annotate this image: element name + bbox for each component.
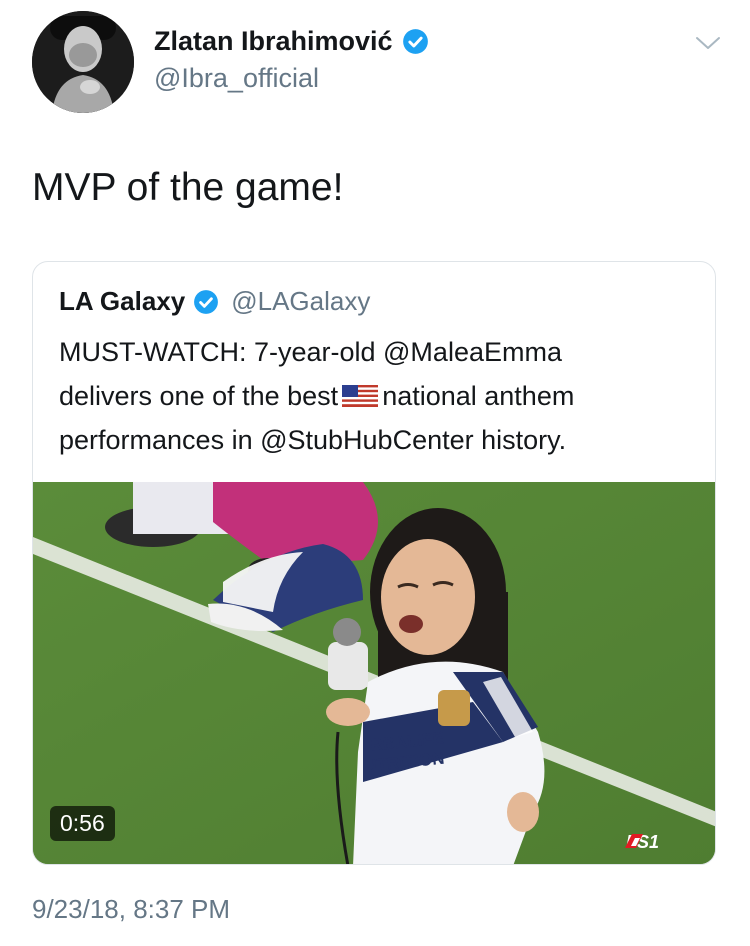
quoted-text-fragment: delivers one of the best [59, 381, 339, 411]
quoted-text-line: performances in @StubHubCenter history. [59, 425, 567, 455]
tweet-text: MVP of the game! [32, 166, 344, 209]
quoted-text-line: delivers one of the best national anthem [59, 374, 699, 418]
quoted-author-name: LA Galaxy [59, 286, 186, 316]
avatar[interactable] [32, 11, 134, 113]
quoted-tweet-card[interactable]: LA Galaxy @LAGalaxy MUST-WATCH: 7-year-o… [32, 261, 716, 865]
fox-sports-icon [625, 834, 643, 848]
video-player[interactable]: RBALIFE UTRITION 0:56 FS1 [33, 482, 715, 864]
avatar-photo [32, 11, 134, 113]
us-flag-icon [342, 385, 379, 407]
author-name-row: Zlatan Ibrahimović [154, 26, 429, 57]
quoted-tweet-text: MUST-WATCH: 7-year-old @MaleaEmma delive… [59, 330, 699, 462]
tweet-timestamp[interactable]: 9/23/18, 8:37 PM [32, 894, 230, 925]
network-logo: FS1 [623, 832, 659, 853]
video-thumbnail: RBALIFE UTRITION [33, 482, 715, 864]
video-duration-badge: 0:56 [50, 806, 115, 841]
author-name[interactable]: Zlatan Ibrahimović [154, 26, 393, 57]
quoted-tweet-header: LA Galaxy @LAGalaxy [59, 286, 370, 317]
quoted-author-handle: @LAGalaxy [231, 286, 371, 316]
verified-badge-icon [194, 289, 219, 314]
chevron-down-icon[interactable] [695, 33, 721, 53]
author-handle[interactable]: @Ibra_official [154, 63, 319, 94]
quoted-text-fragment: national anthem [382, 381, 575, 411]
verified-badge-icon [402, 29, 428, 54]
quoted-text-line: MUST-WATCH: 7-year-old @MaleaEmma [59, 337, 562, 367]
